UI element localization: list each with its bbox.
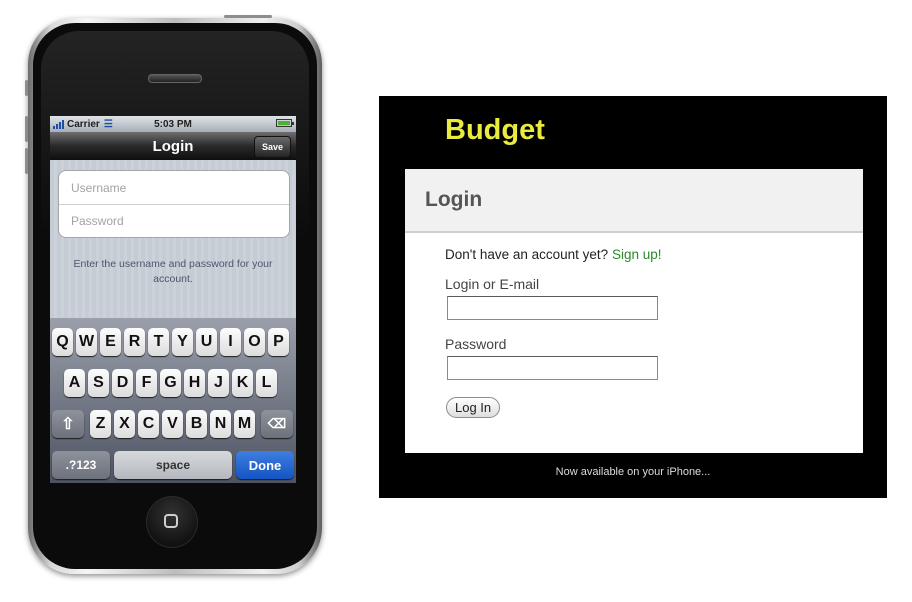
key-c[interactable]: C	[138, 410, 159, 438]
battery-icon	[276, 119, 294, 127]
home-square-icon	[164, 514, 178, 528]
key-t[interactable]: T	[148, 328, 169, 356]
signup-prompt: Don't have an account yet?	[445, 247, 609, 262]
keyboard-row-3: ⇧ Z X C V B N M ⌫	[50, 410, 296, 438]
key-j[interactable]: J	[208, 369, 229, 397]
key-i[interactable]: I	[220, 328, 241, 356]
space-key[interactable]: space	[114, 451, 232, 479]
key-n[interactable]: N	[210, 410, 231, 438]
key-h[interactable]: H	[184, 369, 205, 397]
key-s[interactable]: S	[88, 369, 109, 397]
key-y[interactable]: Y	[172, 328, 193, 356]
status-bar: Carrier ☰ 5:03 PM	[50, 116, 296, 132]
login-hint: Enter the username and password for your…	[73, 258, 273, 285]
login-card: Login Don't have an account yet? Sign up…	[405, 169, 863, 453]
budget-logo[interactable]: Budget	[445, 114, 545, 147]
password-label: Password	[445, 336, 507, 352]
key-v[interactable]: V	[162, 410, 183, 438]
keyboard-row-1: Q W E R T Y U I O P	[50, 328, 296, 356]
key-u[interactable]: U	[196, 328, 217, 356]
login-form-area: Enter the username and password for your…	[50, 160, 296, 318]
login-email-input[interactable]	[447, 296, 658, 320]
key-q[interactable]: Q	[52, 328, 73, 356]
web-password-input[interactable]	[447, 356, 658, 380]
shift-icon: ⇧	[61, 416, 75, 433]
key-e[interactable]: E	[100, 328, 121, 356]
key-g[interactable]: G	[160, 369, 181, 397]
key-r[interactable]: R	[124, 328, 145, 356]
key-b[interactable]: B	[186, 410, 207, 438]
key-w[interactable]: W	[76, 328, 97, 356]
login-card-header: Login	[405, 169, 863, 233]
signup-link[interactable]: Sign up!	[612, 247, 662, 262]
username-input[interactable]	[69, 179, 279, 196]
key-l[interactable]: L	[256, 369, 277, 397]
key-x[interactable]: X	[114, 410, 135, 438]
mute-switch	[25, 80, 28, 96]
keyboard-row-4: .?123 space Done	[50, 451, 296, 479]
numbers-key[interactable]: .?123	[52, 451, 110, 479]
phone-screen: Carrier ☰ 5:03 PM Login Save Enter the u…	[50, 116, 296, 483]
key-f[interactable]: F	[136, 369, 157, 397]
keyboard-row-2: A S D F G H J K L	[50, 369, 296, 397]
backspace-icon: ⌫	[267, 416, 287, 431]
log-in-button[interactable]: Log In	[446, 397, 501, 418]
key-o[interactable]: O	[244, 328, 265, 356]
status-time: 5:03 PM	[154, 118, 192, 130]
iphone-device: Carrier ☰ 5:03 PM Login Save Enter the u…	[25, 15, 322, 574]
login-heading: Login	[425, 188, 483, 211]
volume-up-button	[25, 116, 28, 142]
key-p[interactable]: P	[268, 328, 289, 356]
backspace-key[interactable]: ⌫	[261, 410, 293, 438]
save-button[interactable]: Save	[253, 136, 291, 158]
key-d[interactable]: D	[112, 369, 133, 397]
keyboard: Q W E R T Y U I O P A S D F G H J K L ⇧ …	[50, 318, 296, 483]
shift-key[interactable]: ⇧	[52, 410, 84, 438]
iphone-availability-note: Now available on your iPhone...	[555, 466, 711, 478]
password-row	[59, 204, 289, 237]
earpiece-speaker	[148, 74, 202, 83]
web-login-panel: Budget Login Don't have an account yet? …	[379, 96, 887, 498]
key-m[interactable]: M	[234, 410, 255, 438]
password-input[interactable]	[69, 213, 279, 229]
navigation-bar: Login Save	[50, 132, 296, 160]
key-a[interactable]: A	[64, 369, 85, 397]
sleep-button	[224, 15, 272, 18]
key-k[interactable]: K	[232, 369, 253, 397]
signup-line: Don't have an account yet? Sign up!	[445, 247, 662, 262]
username-row	[59, 171, 289, 204]
home-button[interactable]	[146, 496, 198, 548]
credentials-group	[58, 170, 290, 238]
key-z[interactable]: Z	[90, 410, 111, 438]
volume-down-button	[25, 148, 28, 174]
done-key[interactable]: Done	[236, 451, 294, 479]
login-email-label: Login or E-mail	[445, 276, 540, 292]
